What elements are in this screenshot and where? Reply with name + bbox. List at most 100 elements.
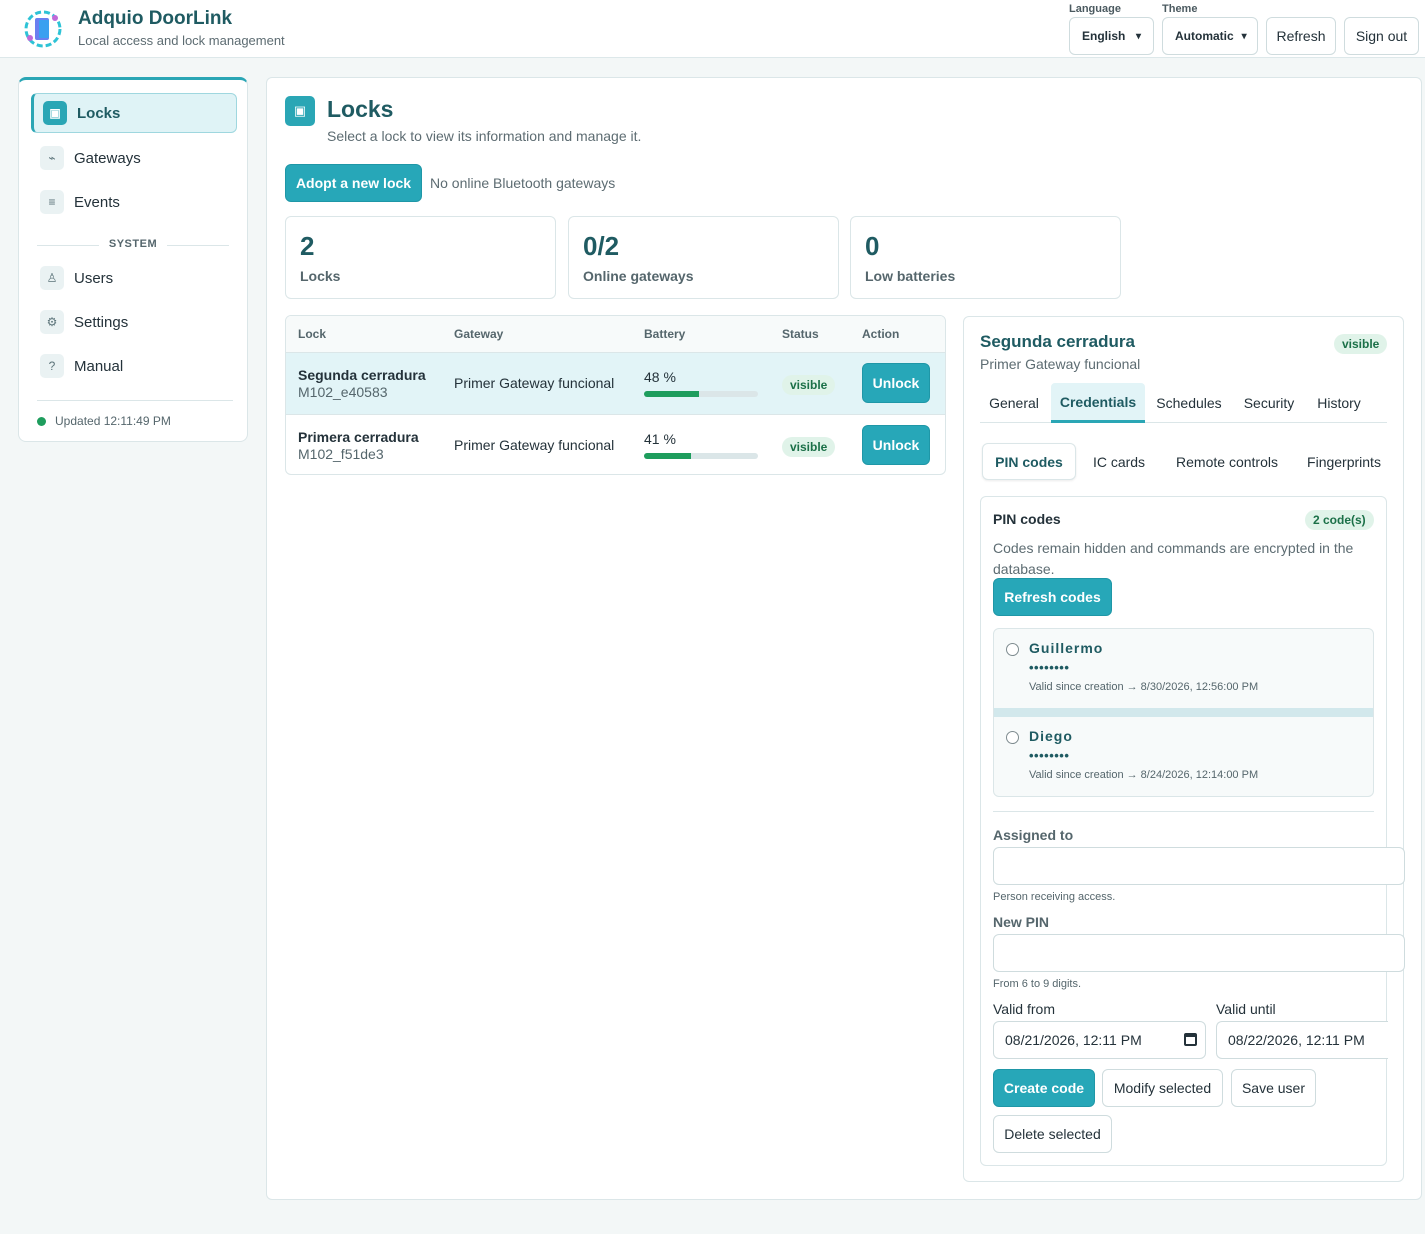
sidebar-item-users[interactable]: ♙ Users	[31, 258, 237, 298]
language-value: English	[1082, 29, 1126, 43]
battery-fill	[644, 453, 691, 459]
delete-selected-button[interactable]: Delete selected	[993, 1115, 1112, 1153]
stat-value: 2	[300, 231, 315, 261]
new-pin-input[interactable]	[993, 934, 1405, 972]
lock-id: M102_e40583	[298, 384, 388, 400]
code-validity: Valid since creation → 8/30/2026, 12:56:…	[1029, 681, 1259, 693]
online-dot-icon	[37, 416, 46, 426]
gateway-name: Primer Gateway funcional	[454, 375, 615, 391]
app-title: Adquio DoorLink	[78, 8, 233, 29]
battery-fill	[644, 391, 699, 397]
gateway-icon: ⌁	[40, 146, 64, 170]
tab-general[interactable]: General	[980, 383, 1048, 423]
theme-select[interactable]: Automatic ▾	[1162, 17, 1258, 55]
valid-until-value: 08/22/2026, 12:11 PM	[1228, 1032, 1365, 1048]
page-subtitle: Select a lock to view its information an…	[327, 128, 642, 144]
sidebar-item-label: Locks	[77, 104, 121, 122]
sidebar-item-settings[interactable]: ⚙ Settings	[31, 302, 237, 342]
user-icon: ♙	[40, 266, 64, 290]
gateway-name: Primer Gateway funcional	[454, 437, 615, 453]
table-row[interactable]: Segunda cerradura M102_e40583 Primer Gat…	[286, 353, 945, 414]
sidebar-item-events[interactable]: ≡ Events	[31, 182, 237, 222]
lock-detail-panel: Segunda cerradura Primer Gateway funcion…	[963, 316, 1405, 1182]
lock-id: M102_f51de3	[298, 446, 384, 462]
valid-until-input[interactable]: 08/22/2026, 12:11 PM	[1216, 1021, 1388, 1059]
battery-bar	[644, 453, 758, 459]
valid-from-value: 08/21/2026, 12:11 PM	[1005, 1032, 1142, 1048]
code-holder-name: Guillermo	[1029, 640, 1104, 656]
code-holder-name: Diego	[1029, 728, 1073, 744]
status-badge: visible	[782, 437, 836, 457]
status-badge: visible	[1334, 334, 1388, 354]
column-header: Battery	[644, 327, 686, 341]
subtab-remote-controls[interactable]: Remote controls	[1164, 443, 1290, 480]
stat-card-batteries: 0 Low batteries	[850, 216, 1121, 299]
tab-schedules[interactable]: Schedules	[1148, 383, 1230, 423]
app-subtitle: Local access and lock management	[78, 33, 285, 48]
adopt-lock-button[interactable]: Adopt a new lock	[285, 164, 422, 202]
sidebar-section-system: SYSTEM	[37, 238, 229, 250]
select-radio[interactable]	[1006, 731, 1019, 744]
table-row[interactable]: Primera cerradura M102_f51de3 Primer Gat…	[286, 414, 945, 474]
refresh-codes-button[interactable]: Refresh codes	[993, 578, 1112, 616]
stat-label: Locks	[300, 268, 341, 284]
sidebar-item-locks[interactable]: ▣ Locks	[31, 93, 237, 133]
language-select[interactable]: English ▾	[1069, 17, 1154, 55]
theme-label: Theme	[1162, 3, 1198, 15]
lock-name: Segunda cerradura	[298, 367, 426, 383]
list-item[interactable]: Diego •••••••• Valid since creation → 8/…	[994, 717, 1373, 796]
table-header: Lock Gateway Battery Status Action	[286, 316, 945, 353]
subtab-fingerprints[interactable]: Fingerprints	[1296, 443, 1392, 480]
help-icon: ?	[40, 354, 64, 378]
stat-card-gateways: 0/2 Online gateways	[568, 216, 839, 299]
battery-text: 48 %	[644, 369, 676, 385]
save-user-button[interactable]: Save user	[1231, 1069, 1316, 1107]
stat-card-locks: 2 Locks	[285, 216, 556, 299]
tab-history[interactable]: History	[1308, 383, 1370, 423]
lock-icon: ▣	[285, 96, 315, 126]
create-code-button[interactable]: Create code	[993, 1069, 1095, 1107]
unlock-button[interactable]: Unlock	[862, 425, 930, 465]
no-gateways-text: No online Bluetooth gateways	[430, 175, 616, 191]
battery-bar	[644, 391, 758, 397]
assigned-to-input[interactable]	[993, 847, 1405, 885]
sidebar-item-manual[interactable]: ? Manual	[31, 346, 237, 386]
list-divider	[994, 708, 1373, 717]
detail-subtitle: Primer Gateway funcional	[980, 356, 1141, 372]
updated-text: Updated 12:11:49 PM	[55, 414, 171, 428]
top-bar: Adquio DoorLink Local access and lock ma…	[0, 0, 1425, 58]
sign-out-button[interactable]: Sign out	[1344, 17, 1419, 55]
sidebar-item-gateways[interactable]: ⌁ Gateways	[31, 138, 237, 178]
column-header: Gateway	[454, 327, 504, 341]
masked-pin: ••••••••	[1029, 748, 1070, 763]
updated-status: Updated 12:11:49 PM	[37, 414, 171, 428]
modify-selected-button[interactable]: Modify selected	[1102, 1069, 1223, 1107]
gear-icon: ⚙	[40, 310, 64, 334]
calendar-icon[interactable]	[1184, 1033, 1197, 1046]
valid-from-input[interactable]: 08/21/2026, 12:11 PM	[993, 1021, 1206, 1059]
column-header: Lock	[298, 327, 327, 341]
new-pin-hint: From 6 to 9 digits.	[993, 978, 1082, 990]
subtab-ic-cards[interactable]: IC cards	[1082, 443, 1156, 480]
assigned-to-hint: Person receiving access.	[993, 891, 1116, 903]
chevron-down-icon: ▾	[1135, 30, 1141, 42]
column-header: Action	[862, 327, 900, 341]
tab-security[interactable]: Security	[1234, 383, 1304, 423]
chevron-down-icon: ▾	[1241, 30, 1247, 42]
tab-credentials[interactable]: Credentials	[1051, 383, 1145, 423]
battery-text: 41 %	[644, 431, 676, 447]
unlock-button[interactable]: Unlock	[862, 363, 930, 403]
lock-icon: ▣	[43, 101, 67, 125]
refresh-button[interactable]: Refresh	[1266, 17, 1336, 55]
stat-value: 0/2	[583, 231, 620, 261]
list-icon: ≡	[40, 190, 64, 214]
code-validity: Valid since creation → 8/24/2026, 12:14:…	[1029, 769, 1259, 781]
assigned-to-label: Assigned to	[993, 827, 1074, 843]
language-label: Language	[1069, 3, 1121, 15]
stat-label: Low batteries	[865, 268, 956, 284]
subtab-pin-codes[interactable]: PIN codes	[982, 443, 1076, 480]
sidebar-item-label: Settings	[74, 313, 129, 331]
main-panel: ▣ Locks Select a lock to view its inform…	[266, 77, 1422, 1200]
select-radio[interactable]	[1006, 643, 1019, 656]
list-item[interactable]: Guillermo •••••••• Valid since creation …	[994, 629, 1373, 709]
